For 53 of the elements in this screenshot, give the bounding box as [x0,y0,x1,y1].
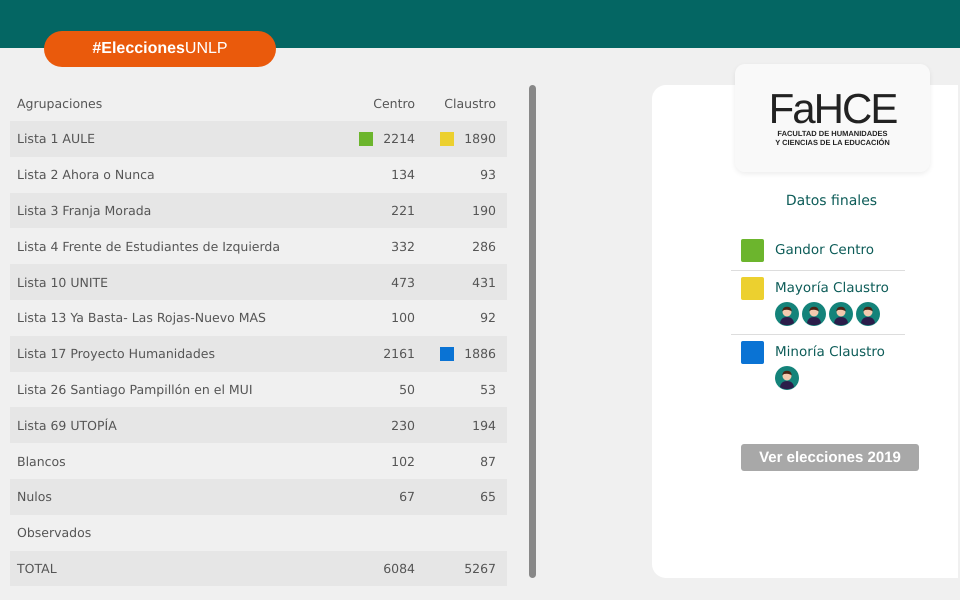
hashtag-tab[interactable]: #EleccionesUNLP [44,31,276,67]
table-cell: 431 [472,274,496,290]
table-cell-text: Lista 17 Proyecto Humanidades [16,346,216,362]
table-cell: 473 [391,274,415,290]
table-cell: 50 [399,382,415,397]
legend-label: Mayoría Claustro [775,280,889,296]
avatar-icon [775,366,799,390]
table-cell: 134 [391,167,415,182]
legend-label: Gandor Centro [775,242,874,258]
scrollbar[interactable] [529,85,536,578]
table-cell-text: Lista 10 UNITE [16,274,110,290]
table-cell-text: Lista 26 Santiago Pampillón en el MUI [16,382,254,397]
avatar-icon [775,302,799,326]
column-header: Agrupaciones [16,96,104,110]
table-cell: 93 [480,167,496,182]
table-cell: 100 [391,310,415,326]
table-cell: 194 [472,418,496,433]
table-cell: 102 [391,454,415,469]
summary-title: Datos finales [786,193,878,209]
table-cell-text: Lista 2 Ahora o Nunca [16,167,156,182]
table-cell: 65 [480,489,496,504]
table-cell: 67 [399,489,415,504]
table-cell: 92 [480,310,496,326]
table-cell: 332 [391,238,415,254]
table-cell: 2214 [383,131,415,146]
column-header: Claustro [443,96,497,110]
legend-label: Minoría Claustro [775,344,885,360]
table-cell: 286 [472,238,496,254]
avatar-icon [856,302,880,326]
table-cell: 230 [391,418,415,433]
table-cell: 2161 [383,346,415,362]
avatar-icon [802,302,826,326]
table-cell-text: Lista 3 Franja Morada [16,202,152,218]
table-cell-text: Observados [16,525,92,540]
column-header: Centro [372,96,415,110]
table-cell: 1886 [464,346,496,362]
table-cell-text: TOTAL [16,560,58,576]
table-cell-text: Lista 13 Ya Basta- Las Rojas-Nuevo MAS [16,310,267,326]
table-cell: 5267 [464,560,496,576]
table-cell-text: Lista 69 UTOPÍA [16,418,118,433]
table-cell: 1890 [464,131,496,146]
table-cell-text: Lista 4 Frente de Estudiantes de Izquierda [16,238,282,254]
elections-button[interactable]: Ver elecciones 2019 [741,444,919,471]
table-cell: 221 [391,202,415,218]
table-cell-text: Nulos [16,489,53,504]
table-cell: 87 [480,454,496,469]
table-cell-text: Lista 1 AULE [16,131,96,146]
logo-title: FaHCE [768,89,896,129]
avatar-icon [829,302,853,326]
table-cell: 6084 [383,560,415,576]
table-cell: 53 [480,382,496,397]
table-cell: 190 [472,202,496,218]
table-cell-text: Blancos [16,454,67,469]
